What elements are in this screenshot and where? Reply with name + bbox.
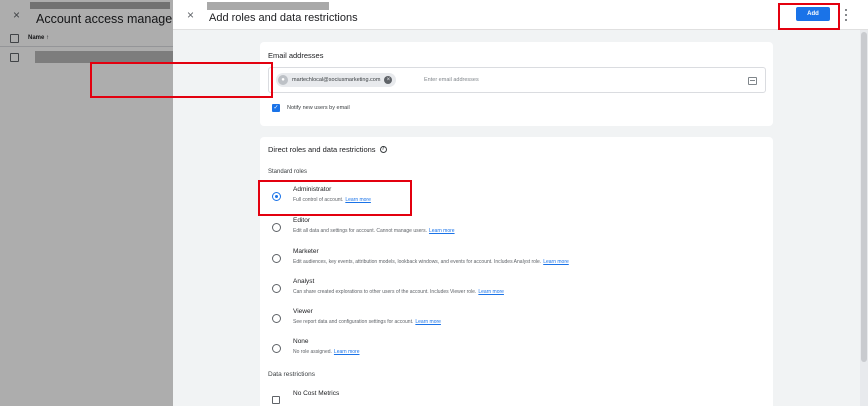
email-addresses-heading: Email addresses (268, 51, 324, 60)
notify-checkbox[interactable]: ✓ (272, 104, 280, 112)
role-name: Marketer (293, 248, 319, 255)
radio-none[interactable] (272, 344, 281, 353)
email-addresses-card: Email addresses ● martechlocal@sociusmar… (260, 42, 773, 126)
radio-editor[interactable] (272, 223, 281, 232)
learn-more-link[interactable]: Learn more (478, 289, 504, 295)
email-input-placeholder[interactable]: Enter email addresses (424, 77, 479, 83)
notify-users-row[interactable]: ✓ Notify new users by email (272, 104, 350, 112)
learn-more-link[interactable]: Learn more (334, 349, 360, 355)
role-option-viewer[interactable]: Viewer See report data and configuration… (272, 308, 752, 334)
scrollbar-thumb[interactable] (861, 32, 867, 362)
annotation-highlight (778, 3, 840, 30)
close-icon[interactable]: × (187, 8, 194, 22)
panel-header: × Add roles and data restrictions Add (173, 0, 868, 30)
role-option-none[interactable]: None No role assigned. Learn more (272, 338, 752, 364)
roles-heading: Direct roles and data restrictions (268, 145, 376, 154)
no-cost-metrics-label[interactable]: No Cost Metrics (293, 390, 339, 397)
standard-roles-label: Standard roles (268, 169, 308, 175)
help-icon[interactable]: ? (379, 146, 387, 153)
learn-more-link[interactable]: Learn more (415, 319, 441, 325)
radio-analyst[interactable] (272, 284, 281, 293)
panel-scrollbar[interactable] (860, 30, 868, 406)
contacts-icon[interactable] (748, 77, 757, 85)
role-option-marketer[interactable]: Marketer Edit audiences, key events, att… (272, 248, 752, 274)
role-name: None (293, 338, 309, 345)
more-vert-icon[interactable] (843, 9, 849, 21)
roles-card: Direct roles and data restrictions ? Sta… (260, 137, 773, 406)
learn-more-link[interactable]: Learn more (543, 259, 569, 265)
role-description: See report data and configuration settin… (293, 319, 441, 325)
panel-title: Add roles and data restrictions (209, 12, 358, 24)
redacted-account-name (207, 2, 329, 10)
role-description: Edit audiences, key events, attribution … (293, 259, 569, 265)
role-option-analyst[interactable]: Analyst Can share created explorations t… (272, 278, 752, 304)
role-description: No role assigned. Learn more (293, 349, 360, 355)
notify-label[interactable]: Notify new users by email (287, 105, 350, 111)
role-name: Analyst (293, 278, 315, 285)
learn-more-link[interactable]: Learn more (429, 228, 455, 234)
email-chip[interactable]: ● martechlocal@sociusmarketing.com × (276, 73, 397, 87)
role-name: Viewer (293, 308, 313, 315)
email-chip-text: martechlocal@sociusmarketing.com (292, 77, 381, 83)
data-restrictions-label: Data restrictions (268, 371, 315, 378)
remove-chip-icon[interactable]: × (384, 76, 393, 84)
roles-heading-row: Direct roles and data restrictions ? (268, 145, 387, 154)
no-cost-metrics-option[interactable]: No Cost Metrics (272, 390, 752, 406)
email-input[interactable]: ● martechlocal@sociusmarketing.com × Ent… (268, 67, 766, 93)
role-option-editor[interactable]: Editor Edit all data and settings for ac… (272, 217, 752, 243)
annotation-highlight (258, 180, 412, 216)
radio-marketer[interactable] (272, 254, 281, 263)
no-cost-metrics-checkbox[interactable] (272, 396, 280, 404)
person-icon: ● (278, 75, 288, 85)
radio-viewer[interactable] (272, 314, 281, 323)
role-description: Edit all data and settings for account. … (293, 228, 455, 234)
annotation-highlight (90, 62, 273, 98)
role-description: Can share created explorations to other … (293, 289, 504, 295)
role-name: Editor (293, 217, 310, 224)
